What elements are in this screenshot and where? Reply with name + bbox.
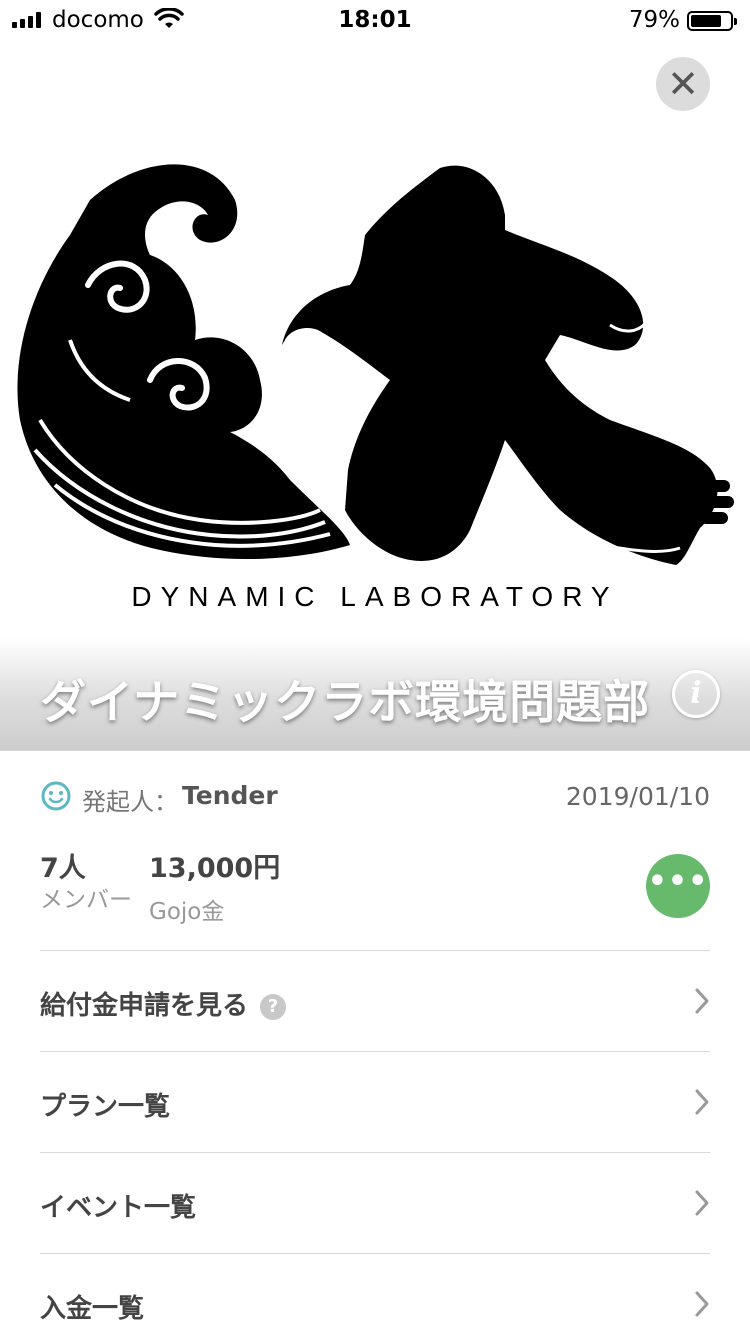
gojo-label: Gojo金 [149,899,225,925]
member-label: メンバー [40,887,132,913]
founder-name: Tender [182,781,278,810]
menu-item-events[interactable]: イベント一覧 [40,1152,710,1253]
divider [0,750,750,751]
menu-item-label: 入金一覧 [40,1294,145,1324]
menu-item-label: イベント一覧 [40,1193,197,1223]
status-bar: docomo 18:01 79% [0,0,750,40]
help-icon[interactable]: ? [260,994,287,1020]
menu-item-label: 給付金申請を見る? [40,985,287,1022]
group-stats: 7人 メンバー 13,000円 Gojo金 ••• [40,846,710,926]
group-cover: DYNAMIC LABORATORY ダイナミックラボ環境問題部 i ✕ [0,40,750,750]
chevron-right-icon [695,988,709,1014]
smiley-icon [41,781,71,811]
chevron-right-icon [695,1190,709,1216]
battery-icon [687,11,737,31]
battery-percent: 79% [628,7,680,33]
gojo-amount: 13,000円 [149,853,281,884]
info-icon[interactable]: i [672,670,720,718]
group-title: ダイナミックラボ環境問題部 [40,675,651,729]
founder-label: 発起人： [82,788,178,816]
menu-item-plans[interactable]: プラン一覧 [40,1051,710,1152]
menu-item-label: プラン一覧 [40,1092,171,1122]
close-button[interactable]: ✕ [656,57,710,111]
menu-list: 給付金申請を見る? プラン一覧 イベント一覧 入金一覧 [40,950,710,1334]
menu-item-deposits[interactable]: 入金一覧 [40,1253,710,1334]
chevron-right-icon [695,1089,709,1115]
menu-item-benefit-requests[interactable]: 給付金申請を見る? [40,950,710,1051]
founder-row: 発起人： Tender 2019/01/10 [40,780,710,816]
dynamic-laboratory-logo: DYNAMIC LABORATORY [17,164,734,612]
logo-wordmark: DYNAMIC LABORATORY [131,581,618,612]
created-date: 2019/01/10 [565,782,710,811]
chevron-right-icon [695,1291,709,1317]
more-options-button[interactable]: ••• [646,854,710,918]
